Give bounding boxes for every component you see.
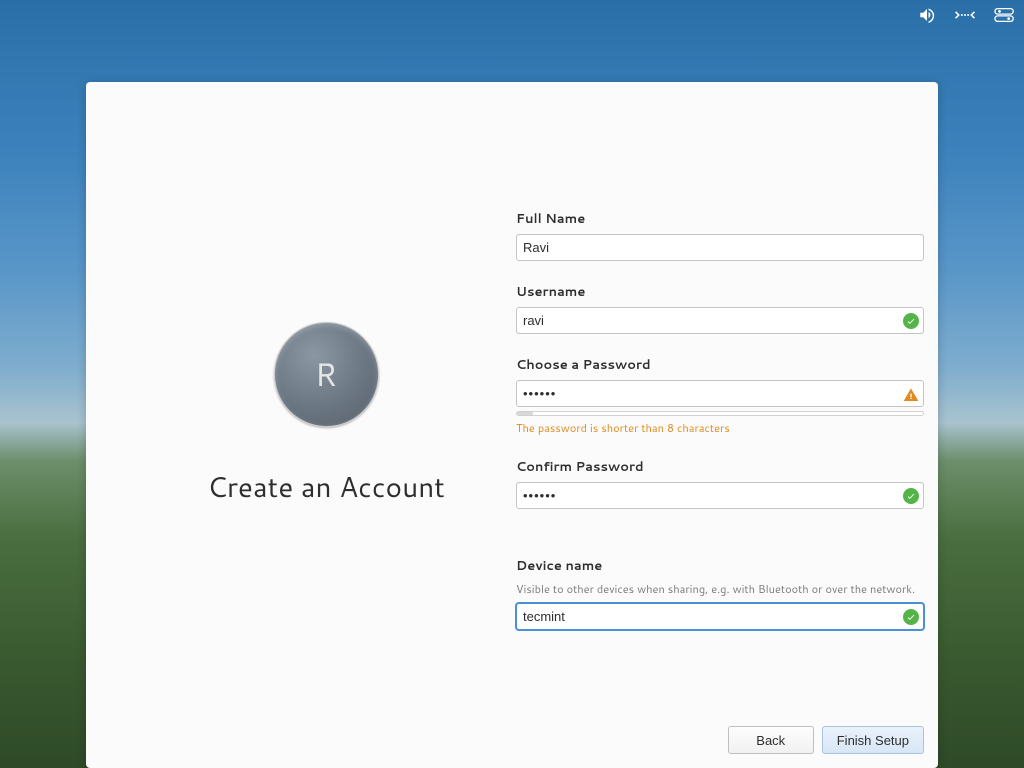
confirm-password-input[interactable]	[516, 482, 924, 509]
system-tray	[918, 6, 1016, 30]
field-full-name: Full Name	[516, 210, 924, 261]
full-name-label: Full Name	[516, 210, 924, 228]
confirm-password-label: Confirm Password	[516, 458, 924, 476]
left-column: R Create an Account	[146, 322, 506, 507]
account-form: Full Name Username Choose a Password	[516, 210, 924, 652]
field-device-name: Device name Visible to other devices whe…	[516, 557, 924, 630]
warning-icon	[903, 386, 919, 402]
password-error: The password is shorter than 8 character…	[516, 420, 924, 436]
password-strength-bar	[516, 411, 924, 416]
device-name-input[interactable]	[516, 603, 924, 630]
field-confirm-password: Confirm Password	[516, 458, 924, 509]
username-label: Username	[516, 283, 924, 301]
check-icon	[903, 313, 919, 329]
device-name-hint: Visible to other devices when sharing, e…	[516, 581, 924, 597]
check-icon	[903, 488, 919, 504]
password-input[interactable]	[516, 380, 924, 407]
button-bar: Back Finish Setup	[728, 726, 924, 754]
avatar-initial: R	[315, 352, 337, 397]
field-password: Choose a Password The password is shorte…	[516, 356, 924, 436]
network-wired-icon[interactable]	[954, 6, 976, 30]
password-label: Choose a Password	[516, 356, 924, 374]
power-icon[interactable]	[994, 6, 1016, 30]
username-input[interactable]	[516, 307, 924, 334]
field-username: Username	[516, 283, 924, 334]
sound-icon[interactable]	[918, 6, 936, 30]
setup-card: R Create an Account Full Name Username C…	[86, 82, 938, 768]
check-icon	[903, 609, 919, 625]
device-name-label: Device name	[516, 557, 924, 575]
avatar[interactable]: R	[274, 322, 379, 427]
page-title: Create an Account	[146, 467, 506, 507]
finish-setup-button[interactable]: Finish Setup	[822, 726, 924, 754]
back-button[interactable]: Back	[728, 726, 814, 754]
full-name-input[interactable]	[516, 234, 924, 261]
